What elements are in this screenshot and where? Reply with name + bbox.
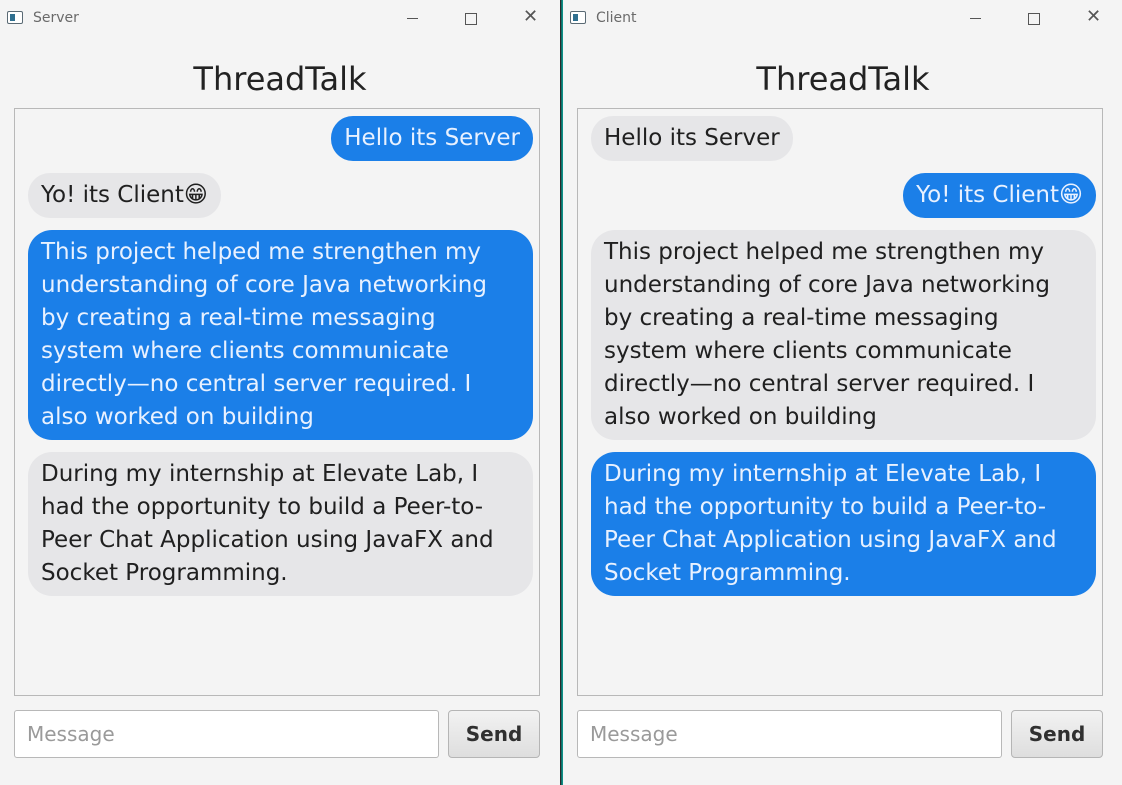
maximize-button[interactable]	[1013, 4, 1053, 34]
server-titlebar[interactable]: Server ✕	[0, 0, 560, 38]
close-icon: ✕	[1086, 6, 1102, 27]
message-row: During my internship at Elevate Lab, I h…	[15, 452, 539, 596]
window-title: Client	[596, 10, 637, 26]
server-window: Server ✕ ThreadTalk Hello its Server Yo!…	[0, 0, 561, 785]
message-composer: Send	[14, 710, 540, 758]
close-button[interactable]: ✕	[1073, 4, 1113, 34]
app-heading: ThreadTalk	[193, 60, 367, 98]
minimize-button[interactable]	[392, 4, 432, 34]
message-row: Yo! its Client😁	[15, 173, 539, 218]
message-row: Yo! its Client😁	[578, 173, 1102, 218]
minimize-icon	[407, 18, 418, 19]
message-input[interactable]	[577, 710, 1002, 758]
message-row: This project helped me strengthen my und…	[15, 230, 539, 440]
message-row: During my internship at Elevate Lab, I h…	[578, 452, 1102, 596]
app-heading: ThreadTalk	[756, 60, 930, 98]
send-button[interactable]: Send	[448, 710, 540, 758]
message-bubble-received: During my internship at Elevate Lab, I h…	[28, 452, 533, 596]
app-window-icon	[570, 11, 586, 24]
minimize-icon	[970, 18, 981, 19]
message-row: This project helped me strengthen my und…	[578, 230, 1102, 440]
maximize-icon	[1028, 13, 1040, 25]
chat-messages-area[interactable]: Hello its Server Yo! its Client😁 This pr…	[577, 108, 1103, 696]
client-titlebar[interactable]: Client ✕	[563, 0, 1122, 38]
message-row: Hello its Server	[578, 116, 1102, 161]
maximize-button[interactable]	[450, 4, 490, 34]
close-button[interactable]: ✕	[510, 4, 550, 34]
maximize-icon	[465, 13, 477, 25]
message-bubble-received: This project helped me strengthen my und…	[591, 230, 1096, 440]
minimize-button[interactable]	[955, 4, 995, 34]
chat-messages-area[interactable]: Hello its Server Yo! its Client😁 This pr…	[14, 108, 540, 696]
message-bubble-sent: Yo! its Client😁	[903, 173, 1096, 218]
message-row: Hello its Server	[15, 116, 539, 161]
client-window: Client ✕ ThreadTalk Hello its Server Yo!…	[562, 0, 1122, 785]
message-bubble-sent: During my internship at Elevate Lab, I h…	[591, 452, 1096, 596]
message-composer: Send	[577, 710, 1103, 758]
close-icon: ✕	[523, 6, 539, 27]
window-title: Server	[33, 10, 79, 26]
message-bubble-received: Hello its Server	[591, 116, 793, 161]
message-input[interactable]	[14, 710, 439, 758]
message-bubble-sent: This project helped me strengthen my und…	[28, 230, 533, 440]
send-button[interactable]: Send	[1011, 710, 1103, 758]
message-bubble-sent: Hello its Server	[331, 116, 533, 161]
message-bubble-received: Yo! its Client😁	[28, 173, 221, 218]
app-window-icon	[7, 11, 23, 24]
